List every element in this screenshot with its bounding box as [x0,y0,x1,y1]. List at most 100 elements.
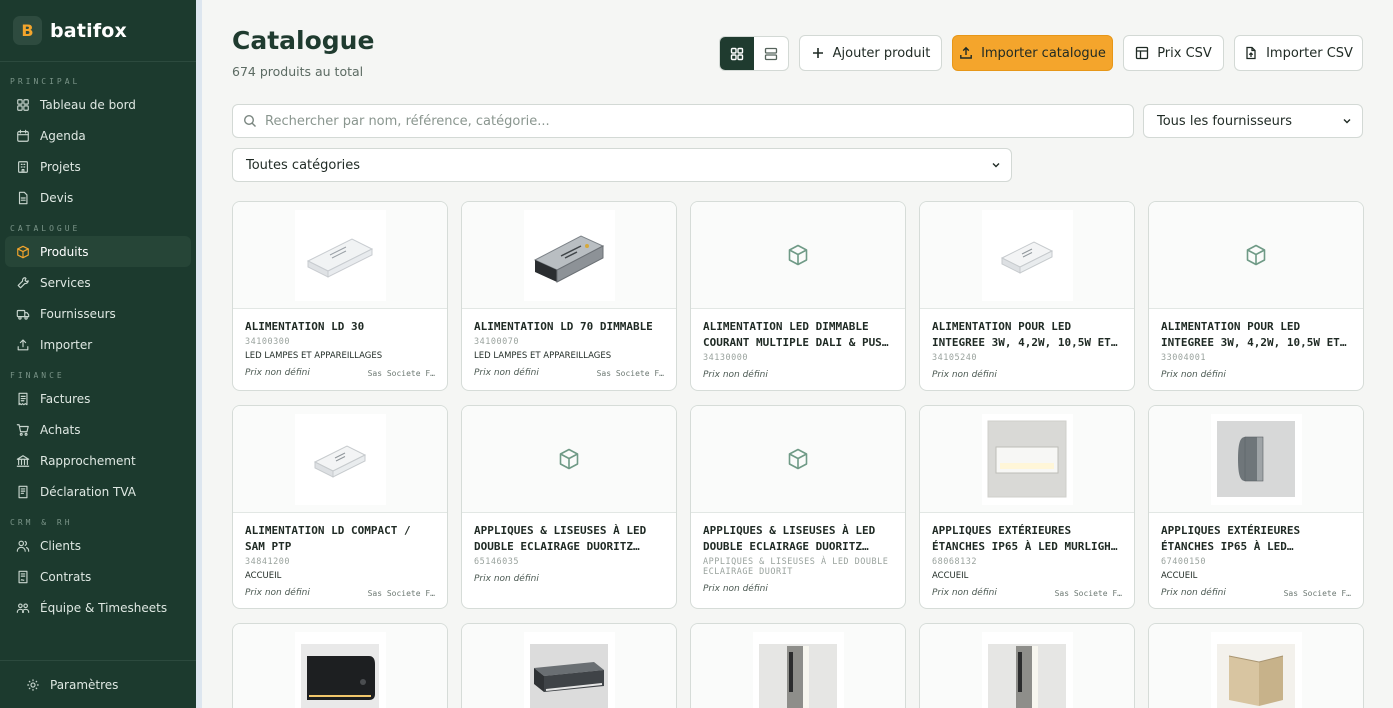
product-name: ALIMENTATION LD 30 [245,320,365,333]
product-image [988,644,1066,708]
product-card[interactable]: APPLIQUES EXTÉRIEURES ÉTANCHES IP65 À LE… [1148,405,1364,609]
product-category: LED LAMPES ET APPAREILLAGES [474,351,612,361]
category-select[interactable]: Toutes catégories [232,148,1012,182]
product-image-area [462,624,676,708]
sidebar-item-label: Devis [40,190,74,205]
product-card[interactable] [690,623,906,708]
supplier-select[interactable]: Tous les fournisseurs [1143,104,1363,138]
chevron-down-icon [1342,116,1352,126]
product-card[interactable] [1148,623,1364,708]
product-reference: 34841200 [245,557,290,567]
product-name: APPLIQUES & LISEUSES À LED DOUBLE ECLAIR… [703,524,876,553]
product-card[interactable]: ALIMENTATION POUR LED INTEGREE 3W, 4,2W,… [919,201,1135,391]
product-name: ALIMENTATION POUR LED INTEGREE 3W, 4,2W,… [1161,320,1340,349]
list-view-button[interactable] [754,37,788,70]
product-info: APPLIQUES & LISEUSES À LED DOUBLE ECLAIR… [462,513,676,594]
sidebar-item-importer[interactable]: Importer [5,329,191,360]
sidebar-item-parametres[interactable]: Paramètres [0,660,196,708]
sidebar-item-produits[interactable]: Produits [5,236,191,267]
grid-view-button[interactable] [720,37,754,70]
product-image [306,238,374,278]
product-thumbnail [294,209,386,301]
product-category: LED LAMPES ET APPAREILLAGES [245,351,383,361]
product-info: ALIMENTATION LED DIMMABLE COURANT MULTIP… [691,309,905,390]
tax-icon [16,485,30,499]
sidebar-item-achats[interactable]: Achats [5,414,191,445]
sidebar-item-devis[interactable]: Devis [5,182,191,213]
sidebar-item-projets[interactable]: Projets [5,151,191,182]
product-name: ALIMENTATION POUR LED INTEGREE 3W, 4,2W,… [932,320,1111,349]
sidebar-item-label: Clients [40,538,81,553]
product-card[interactable]: ALIMENTATION LD 70 DIMMABLE 34100070 LED L… [461,201,677,391]
product-price: Prix non défini [474,574,539,584]
sidebar-item-label: Fournisseurs [40,306,116,321]
product-image [1217,644,1295,708]
product-card[interactable] [232,623,448,708]
grid-icon [16,98,30,112]
product-info: ALIMENTATION LD COMPACT / SAM PTP 3484120… [233,513,447,608]
import-catalogue-button[interactable]: Importer catalogue [952,35,1113,71]
sidebar-section-title: CATALOGUE [10,224,81,233]
product-thumbnail [752,631,844,708]
sidebar-item-declaration-tva[interactable]: Déclaration TVA [5,476,191,507]
product-card[interactable]: ALIMENTATION LD COMPACT / SAM PTP 3484120… [232,405,448,609]
sidebar-item-label: Achats [40,422,81,437]
sidebar-item-tableau-de-bord[interactable]: Tableau de bord [5,89,191,120]
product-reference: 34100300 [245,337,290,347]
box-placeholder-icon [1246,244,1266,266]
product-price: Prix non défini [1161,370,1226,380]
product-card[interactable]: APPLIQUES & LISEUSES À LED DOUBLE ECLAIR… [690,405,906,609]
add-product-button[interactable]: Ajouter produit [799,35,942,71]
sidebar-item-factures[interactable]: Factures [5,383,191,414]
sidebar-item-equipe-timesheets[interactable]: Équipe & Timesheets [5,592,191,623]
product-image-area [920,406,1134,513]
sidebar-item-label: Tableau de bord [40,97,136,112]
bank-icon [16,454,30,468]
product-info: ALIMENTATION LD 70 DIMMABLE 34100070 LED L… [462,309,676,388]
product-image-area [1149,406,1363,513]
product-card[interactable] [919,623,1135,708]
sidebar-item-services[interactable]: Services [5,267,191,298]
search-icon [243,114,257,128]
product-info: APPLIQUES EXTÉRIEURES ÉTANCHES IP65 À LE… [1149,513,1363,608]
sidebar-item-contrats[interactable]: Contrats [5,561,191,592]
box-placeholder-icon [559,448,579,470]
price-csv-button[interactable]: Prix CSV [1123,35,1224,71]
sidebar-item-fournisseurs[interactable]: Fournisseurs [5,298,191,329]
box-icon [16,245,30,259]
product-name: ALIMENTATION LD COMPACT / SAM PTP [245,524,411,553]
sidebar-section-title: CRM & RH [10,518,73,527]
brand[interactable]: B batifox [0,0,196,62]
product-grid: ALIMENTATION LD 30 34100300 LED LAMPES ET … [232,201,1364,708]
product-supplier: Sas Societe F… [1283,588,1351,598]
product-card[interactable]: ALIMENTATION POUR LED INTEGREE 3W, 4,2W,… [1148,201,1364,391]
product-thumbnail [981,209,1073,301]
product-card[interactable] [461,623,677,708]
product-card[interactable]: ALIMENTATION LD 30 34100300 LED LAMPES ET … [232,201,448,391]
product-card[interactable]: APPLIQUES & LISEUSES À LED DOUBLE ECLAIR… [461,405,677,609]
product-info: APPLIQUES & LISEUSES À LED DOUBLE ECLAIR… [691,513,905,604]
document-icon [16,191,30,205]
search-input[interactable] [265,113,1125,129]
sidebar-footer-label: Paramètres [50,677,119,692]
sidebar-item-agenda[interactable]: Agenda [5,120,191,151]
product-image [313,445,367,478]
import-csv-button[interactable]: Importer CSV [1234,35,1363,71]
product-supplier: Sas Societe F… [1054,588,1122,598]
sidebar-item-clients[interactable]: Clients [5,530,191,561]
price-csv-label: Prix CSV [1157,45,1212,61]
wrench-icon [16,276,30,290]
product-name: APPLIQUES EXTÉRIEURES ÉTANCHES IP65 À LE… [1161,524,1301,553]
product-reference: APPLIQUES & LISEUSES À LED DOUBLE ECLAIR… [703,557,889,577]
sidebar-item-rapprochement[interactable]: Rapprochement [5,445,191,476]
truck-icon [16,307,30,321]
product-info: APPLIQUES EXTÉRIEURES ÉTANCHES IP65 À LE… [920,513,1134,608]
product-image [1000,241,1054,274]
brand-name: batifox [50,19,127,42]
chevron-down-icon [991,160,1001,170]
product-card[interactable]: ALIMENTATION LED DIMMABLE COURANT MULTIP… [690,201,906,391]
file-import-icon [1244,46,1258,60]
product-card[interactable]: APPLIQUES EXTÉRIEURES ÉTANCHES IP65 À LE… [919,405,1135,609]
list-view-icon [764,47,778,60]
grid-view-icon [730,47,744,60]
